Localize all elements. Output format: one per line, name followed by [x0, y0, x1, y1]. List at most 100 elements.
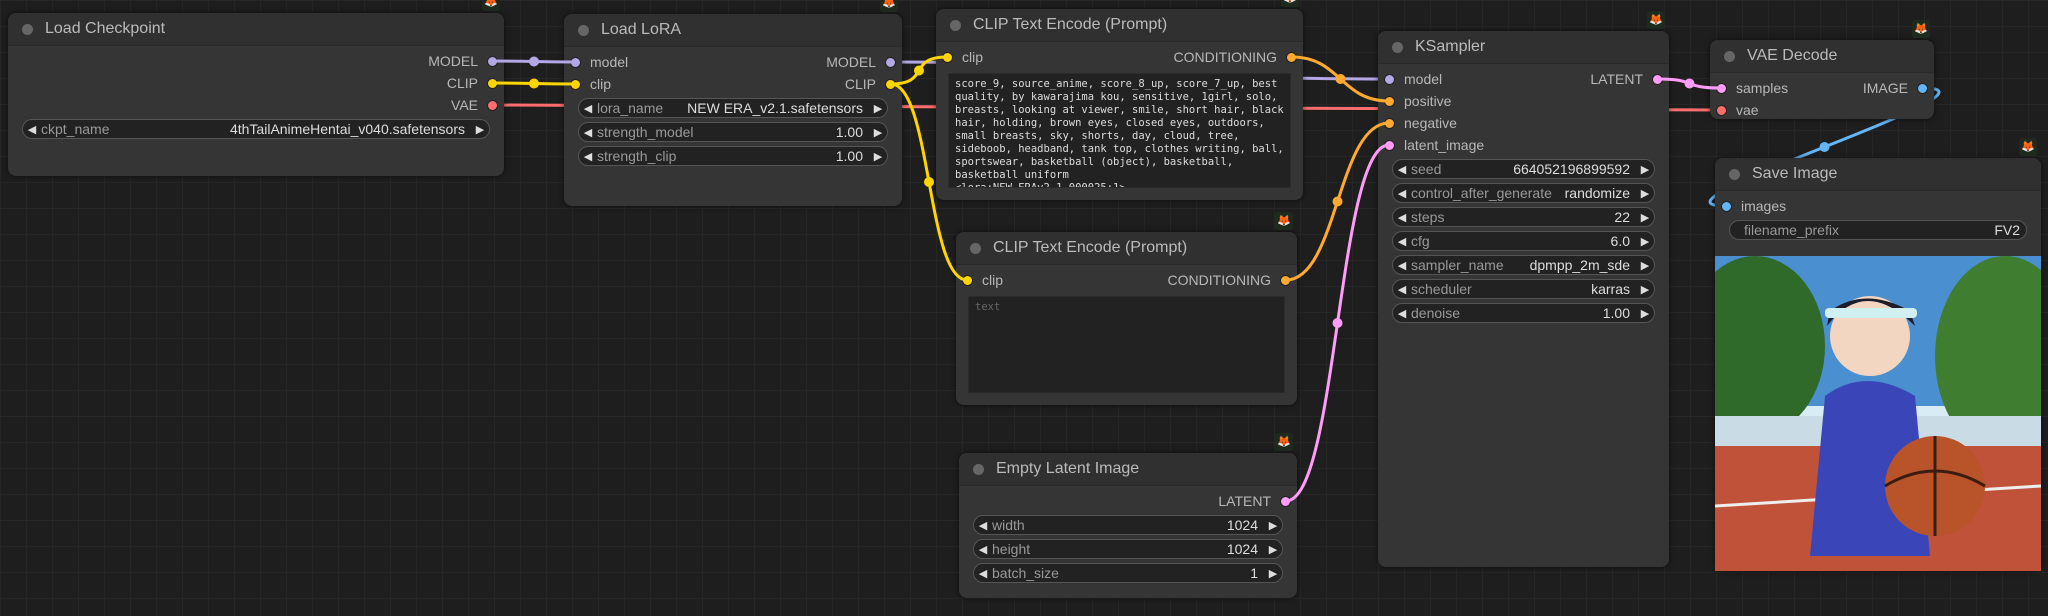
wire-midpoint-handle[interactable] — [1335, 74, 1346, 84]
node-title-bar[interactable]: CLIP Text Encode (Prompt) — [956, 232, 1297, 265]
arrow-left-icon[interactable]: ◀ — [1393, 163, 1411, 176]
node-title-bar[interactable]: Load Checkpoint — [8, 13, 504, 46]
input-slot-latent_image[interactable]: latent_image — [1384, 135, 1484, 155]
wire-midpoint-handle[interactable] — [914, 65, 924, 76]
node-title-bar[interactable]: KSampler — [1378, 31, 1669, 64]
socket-dot-icon[interactable] — [487, 77, 498, 89]
socket-dot-icon[interactable] — [885, 78, 896, 90]
arrow-right-icon[interactable]: ▶ — [869, 126, 887, 139]
wire-midpoint-handle[interactable] — [1684, 78, 1695, 89]
socket-dot-icon[interactable] — [1384, 139, 1395, 151]
socket-dot-icon[interactable] — [1384, 95, 1395, 107]
wire-model[interactable] — [492, 59, 576, 64]
collapse-dot-icon[interactable] — [1724, 50, 1735, 62]
socket-dot-icon[interactable] — [487, 99, 498, 111]
arrow-right-icon[interactable]: ▶ — [1264, 567, 1282, 580]
node-lora[interactable]: 🦊 Load LoRA model clip MODEL CLIP ◀ lora_name NE… — [564, 0, 902, 206]
node-title-bar[interactable]: CLIP Text Encode (Prompt) — [936, 9, 1303, 42]
wire-midpoint-handle[interactable] — [1819, 142, 1830, 152]
arrow-right-icon[interactable]: ▶ — [1636, 235, 1654, 248]
output-slot-model[interactable]: MODEL — [428, 51, 498, 71]
arrow-left-icon[interactable]: ◀ — [1393, 307, 1411, 320]
wire-latent[interactable] — [1285, 143, 1390, 503]
output-slot-conditioning[interactable]: CONDITIONING — [1174, 47, 1297, 67]
widget-denoise[interactable]: ◀ denoise 1.00 ▶ — [1392, 303, 1655, 323]
arrow-right-icon[interactable]: ▶ — [1636, 307, 1654, 320]
input-slot-samples[interactable]: samples — [1716, 78, 1788, 98]
socket-dot-icon[interactable] — [942, 51, 953, 63]
socket-dot-icon[interactable] — [1384, 117, 1395, 129]
widget-width[interactable]: ◀ width 1024 ▶ — [973, 515, 1283, 535]
node-title-bar[interactable]: Load LoRA — [564, 14, 902, 47]
arrow-left-icon[interactable]: ◀ — [974, 567, 992, 580]
output-slot-model[interactable]: MODEL — [826, 52, 896, 72]
node-ksampler[interactable]: 🦊 KSampler model positive negative latent_ima… — [1378, 11, 1669, 567]
socket-dot-icon[interactable] — [570, 78, 581, 90]
arrow-right-icon[interactable]: ▶ — [1264, 543, 1282, 556]
node-save[interactable]: 🦊 Save Image images filename_prefix FV2 — [1715, 138, 2041, 571]
output-slot-conditioning[interactable]: CONDITIONING — [1168, 270, 1291, 290]
input-slot-positive[interactable]: positive — [1384, 91, 1451, 111]
node-latent[interactable]: 🦊 Empty Latent Image LATENT ◀ width 1024 ▶ ◀ hei… — [959, 433, 1297, 598]
node-clip2[interactable]: 🦊 CLIP Text Encode (Prompt) clip CONDITIONI… — [956, 212, 1297, 405]
widget-sampler-name[interactable]: ◀ sampler_name dpmpp_2m_sde ▶ — [1392, 255, 1655, 275]
socket-dot-icon[interactable] — [1286, 51, 1297, 63]
arrow-right-icon[interactable]: ▶ — [1636, 187, 1654, 200]
input-slot-clip[interactable]: clip — [570, 74, 611, 94]
wire-midpoint-handle[interactable] — [529, 78, 539, 89]
input-slot-clip[interactable]: clip — [962, 270, 1003, 290]
wire-midpoint-handle[interactable] — [1332, 318, 1343, 328]
arrow-left-icon[interactable]: ◀ — [579, 102, 597, 115]
collapse-dot-icon[interactable] — [950, 19, 961, 31]
node-vaedecode[interactable]: 🦊 VAE Decode samples vae IMAGE — [1710, 20, 1934, 120]
widget-cfg[interactable]: ◀ cfg 6.0 ▶ — [1392, 231, 1655, 251]
arrow-left-icon[interactable]: ◀ — [579, 126, 597, 139]
node-checkpoint[interactable]: 🦊 Load Checkpoint MODEL CLIP VAE ◀ ckpt_name 4t… — [8, 0, 504, 176]
input-slot-model[interactable]: model — [1384, 69, 1442, 89]
input-slot-negative[interactable]: negative — [1384, 113, 1457, 133]
widget-height[interactable]: ◀ height 1024 ▶ — [973, 539, 1283, 559]
arrow-left-icon[interactable]: ◀ — [974, 543, 992, 556]
widget-scheduler[interactable]: ◀ scheduler karras ▶ — [1392, 279, 1655, 299]
arrow-right-icon[interactable]: ▶ — [1264, 519, 1282, 532]
socket-dot-icon[interactable] — [487, 55, 498, 67]
wire-conditioning[interactable] — [1291, 55, 1390, 103]
collapse-dot-icon[interactable] — [970, 242, 981, 254]
node-title-bar[interactable]: VAE Decode — [1710, 40, 1934, 73]
arrow-right-icon[interactable]: ▶ — [1636, 211, 1654, 224]
socket-dot-icon[interactable] — [1917, 82, 1928, 94]
arrow-left-icon[interactable]: ◀ — [974, 519, 992, 532]
socket-dot-icon[interactable] — [1716, 82, 1727, 94]
wire-midpoint-handle[interactable] — [529, 56, 539, 67]
arrow-left-icon[interactable]: ◀ — [23, 123, 41, 136]
output-slot-image[interactable]: IMAGE — [1863, 78, 1928, 98]
socket-dot-icon[interactable] — [1716, 104, 1727, 116]
prompt-textarea[interactable]: text — [968, 296, 1285, 393]
input-slot-vae[interactable]: vae — [1716, 100, 1759, 120]
socket-dot-icon[interactable] — [1280, 495, 1291, 507]
input-slot-clip[interactable]: clip — [942, 47, 983, 67]
widget-strength-clip[interactable]: ◀ strength_clip 1.00 ▶ — [578, 146, 888, 166]
collapse-dot-icon[interactable] — [578, 24, 589, 36]
arrow-right-icon[interactable]: ▶ — [1636, 163, 1654, 176]
node-title-bar[interactable]: Save Image — [1715, 158, 2041, 191]
output-slot-latent[interactable]: LATENT — [1218, 491, 1291, 511]
socket-dot-icon[interactable] — [1721, 200, 1732, 212]
collapse-dot-icon[interactable] — [1392, 41, 1403, 53]
output-slot-clip[interactable]: CLIP — [447, 73, 498, 93]
widget-batch-size[interactable]: ◀ batch_size 1 ▶ — [973, 563, 1283, 583]
socket-dot-icon[interactable] — [1280, 274, 1291, 286]
widget-lora-name[interactable]: ◀ lora_name NEW ERA_v2.1.safetensors ▶ — [578, 98, 888, 118]
wire-midpoint-handle[interactable] — [1332, 196, 1343, 207]
wire-midpoint-handle[interactable] — [924, 177, 934, 187]
arrow-right-icon[interactable]: ▶ — [1636, 283, 1654, 296]
arrow-right-icon[interactable]: ▶ — [1636, 259, 1654, 272]
arrow-right-icon[interactable]: ▶ — [471, 123, 489, 136]
arrow-left-icon[interactable]: ◀ — [1393, 259, 1411, 272]
arrow-right-icon[interactable]: ▶ — [869, 102, 887, 115]
widget-strength-model[interactable]: ◀ strength_model 1.00 ▶ — [578, 122, 888, 142]
prompt-textarea[interactable]: score_9, source_anime, score_8_up, score… — [948, 73, 1291, 188]
collapse-dot-icon[interactable] — [22, 23, 33, 35]
widget-ckpt-name[interactable]: ◀ ckpt_name 4thTailAnimeHentai_v040.safete… — [22, 119, 490, 139]
socket-dot-icon[interactable] — [1652, 73, 1663, 85]
